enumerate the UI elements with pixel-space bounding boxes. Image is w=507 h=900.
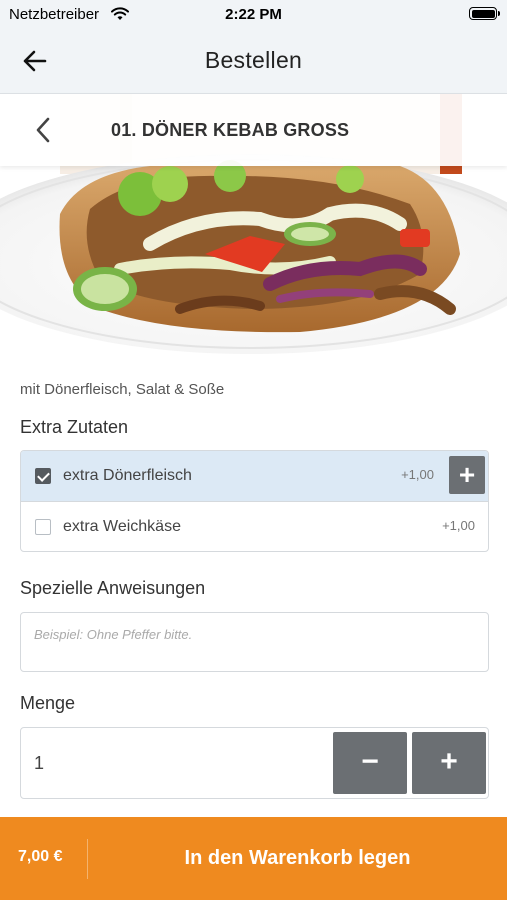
page-title: Bestellen	[204, 47, 303, 73]
battery-icon	[469, 7, 500, 20]
instructions-label: Spezielle Anweisungen	[20, 578, 206, 598]
product-header: 01. DÖNER KEBAB GROSS	[0, 94, 507, 166]
product-title: 01. DÖNER KEBAB GROSS	[111, 120, 350, 140]
navigation-bar: Bestellen	[0, 28, 507, 94]
extras-label: Extra Zutaten	[20, 417, 129, 437]
extra-item-soft-cheese[interactable]: extra Weichkäse +1,00	[21, 501, 488, 551]
quantity-label: Menge	[20, 693, 76, 713]
increment-button[interactable]: +	[412, 732, 486, 794]
status-bar: Netzbetreiber 2:22 PM	[0, 0, 507, 28]
checkbox-unchecked[interactable]	[35, 519, 51, 535]
extra-item-doner-meat[interactable]: extra Dönerfleisch +1,00 +	[21, 451, 488, 501]
add-to-cart-button[interactable]: In den Warenkorb legen	[88, 817, 507, 900]
status-time: 2:22 PM	[225, 6, 282, 23]
product-description: mit Dönerfleisch, Salat & Soße	[20, 381, 225, 398]
quantity-stepper: 1 − +	[20, 727, 489, 799]
total-price: 7,00 €	[18, 848, 63, 865]
checkbox-checked[interactable]	[35, 468, 51, 484]
extras-list: extra Dönerfleisch +1,00 + extra Weichkä…	[20, 450, 489, 552]
decrement-button[interactable]: −	[333, 732, 407, 794]
cart-bar: 7,00 € In den Warenkorb legen	[0, 817, 507, 900]
add-extra-button[interactable]: +	[449, 456, 485, 494]
chevron-left-icon[interactable]	[30, 114, 56, 146]
extra-item-name: extra Weichkäse	[63, 518, 181, 535]
extra-item-price: +1,00	[442, 518, 475, 533]
extra-item-price: +1,00	[401, 467, 434, 482]
instructions-placeholder: Beispiel: Ohne Pfeffer bitte.	[34, 627, 193, 642]
quantity-value[interactable]: 1	[34, 753, 44, 774]
instructions-input[interactable]: Beispiel: Ohne Pfeffer bitte.	[20, 612, 489, 672]
extra-item-name: extra Dönerfleisch	[63, 467, 192, 484]
